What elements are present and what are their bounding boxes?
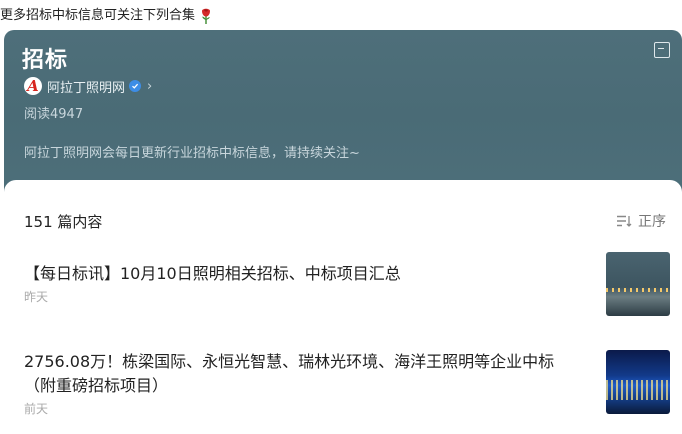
- article-title: 2756.08万！栋梁国际、永恒光智慧、瑞林光环境、海洋王照明等企业中标（附重磅…: [24, 352, 555, 395]
- article-count: 151 篇内容: [24, 213, 103, 231]
- intro-text: 更多招标中标信息可关注下列合集: [0, 8, 196, 23]
- chevron-right-icon: ›: [147, 78, 153, 94]
- collection-title: 招标: [22, 48, 69, 73]
- list-item[interactable]: 【每日标讯】10月10日照明相关招标、中标项目汇总 昨天: [24, 252, 670, 316]
- article-time: 前天: [24, 402, 49, 416]
- verified-icon: [129, 80, 142, 92]
- article-list: 151 篇内容 正序 【每日标讯】10月10日照明相关招标、中标项目汇总 昨天 …: [4, 180, 682, 434]
- author-name: 阿拉丁照明网: [47, 80, 126, 96]
- list-item[interactable]: 2756.08万！栋梁国际、永恒光智慧、瑞林光环境、海洋王照明等企业中标（附重磅…: [24, 350, 670, 417]
- exit-icon[interactable]: [654, 42, 670, 58]
- read-count: 阅读4947: [24, 107, 84, 122]
- author-link[interactable]: A 阿拉丁照明网 ›: [24, 76, 152, 96]
- sort-icon: [617, 215, 632, 227]
- article-time: 昨天: [24, 290, 49, 304]
- rose-icon: [199, 7, 213, 25]
- sort-label: 正序: [638, 214, 666, 230]
- collection-description: 阿拉丁照明网会每日更新行业招标中标信息，请持续关注~: [24, 146, 360, 161]
- collection-card: 招标 A 阿拉丁照明网 › 阅读4947 阿拉丁照明网会每日更新行业招标中标信息…: [4, 30, 682, 434]
- sort-button[interactable]: 正序: [616, 211, 666, 231]
- article-title: 【每日标讯】10月10日照明相关招标、中标项目汇总: [24, 264, 401, 283]
- avatar: A: [24, 77, 42, 95]
- article-thumbnail: [606, 350, 670, 414]
- article-thumbnail: [606, 252, 670, 316]
- collection-header: 招标 A 阿拉丁照明网 › 阅读4947 阿拉丁照明网会每日更新行业招标中标信息…: [4, 30, 682, 200]
- collection-intro: 更多招标中标信息可关注下列合集: [0, 6, 213, 26]
